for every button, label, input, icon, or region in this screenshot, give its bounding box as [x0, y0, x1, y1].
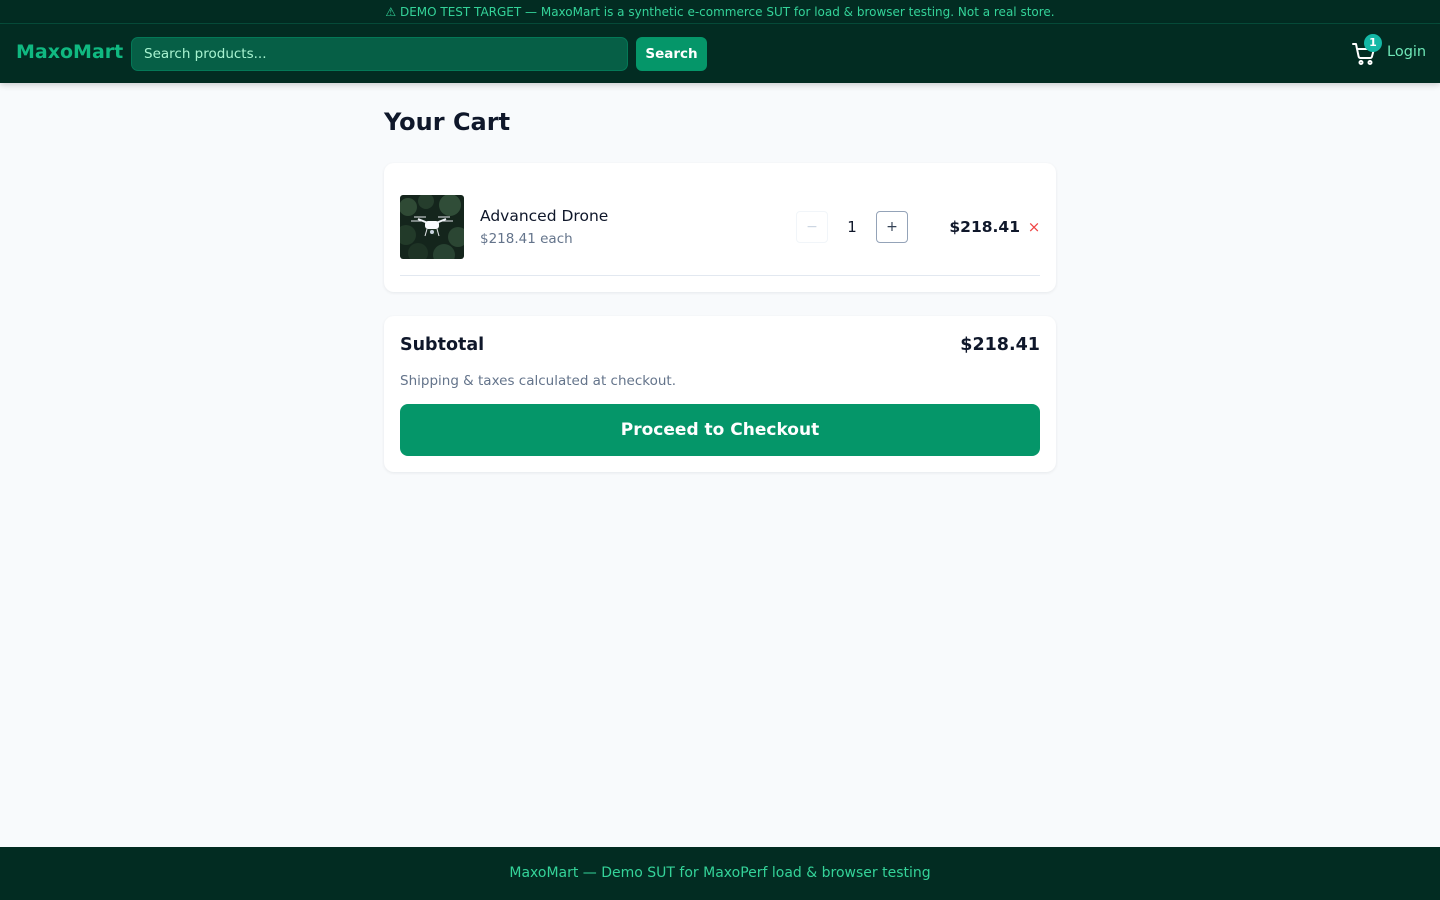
product-thumbnail[interactable] [400, 195, 464, 259]
site-logo[interactable]: MaxoMart [16, 41, 123, 63]
quantity-value: 1 [847, 218, 857, 236]
cart-link[interactable]: 1 [1350, 34, 1382, 68]
subtotal-label: Subtotal [400, 335, 485, 355]
line-total: $218.41 [949, 218, 1020, 236]
site-footer: MaxoMart — Demo SUT for MaxoPerf load & … [0, 847, 1440, 900]
product-name[interactable]: Advanced Drone [480, 207, 608, 225]
product-unit-price: $218.41 each [480, 231, 573, 247]
decrease-quantity-button[interactable]: − [796, 211, 828, 243]
page-title: Your Cart [384, 108, 511, 136]
increase-quantity-button[interactable]: + [876, 211, 908, 243]
shipping-note: Shipping & taxes calculated at checkout. [400, 373, 676, 389]
order-summary-card: Subtotal $218.41 Shipping & taxes calcul… [384, 316, 1056, 472]
cart-item: Advanced Drone $218.41 each − 1 + $218.4… [400, 179, 1040, 276]
site-header: MaxoMart Search 1 Login [0, 24, 1440, 83]
cart-count-badge: 1 [1364, 34, 1382, 52]
proceed-to-checkout-button[interactable]: Proceed to Checkout [400, 404, 1040, 456]
search-button[interactable]: Search [636, 37, 707, 71]
demo-banner: ⚠ DEMO TEST TARGET — MaxoMart is a synth… [0, 0, 1440, 24]
login-link[interactable]: Login [1387, 44, 1426, 60]
cart-items-card: Advanced Drone $218.41 each − 1 + $218.4… [384, 163, 1056, 292]
subtotal-value: $218.41 [960, 335, 1040, 355]
drone-image [400, 195, 464, 259]
remove-item-button[interactable]: × [1026, 211, 1042, 243]
search-input[interactable] [131, 37, 628, 71]
